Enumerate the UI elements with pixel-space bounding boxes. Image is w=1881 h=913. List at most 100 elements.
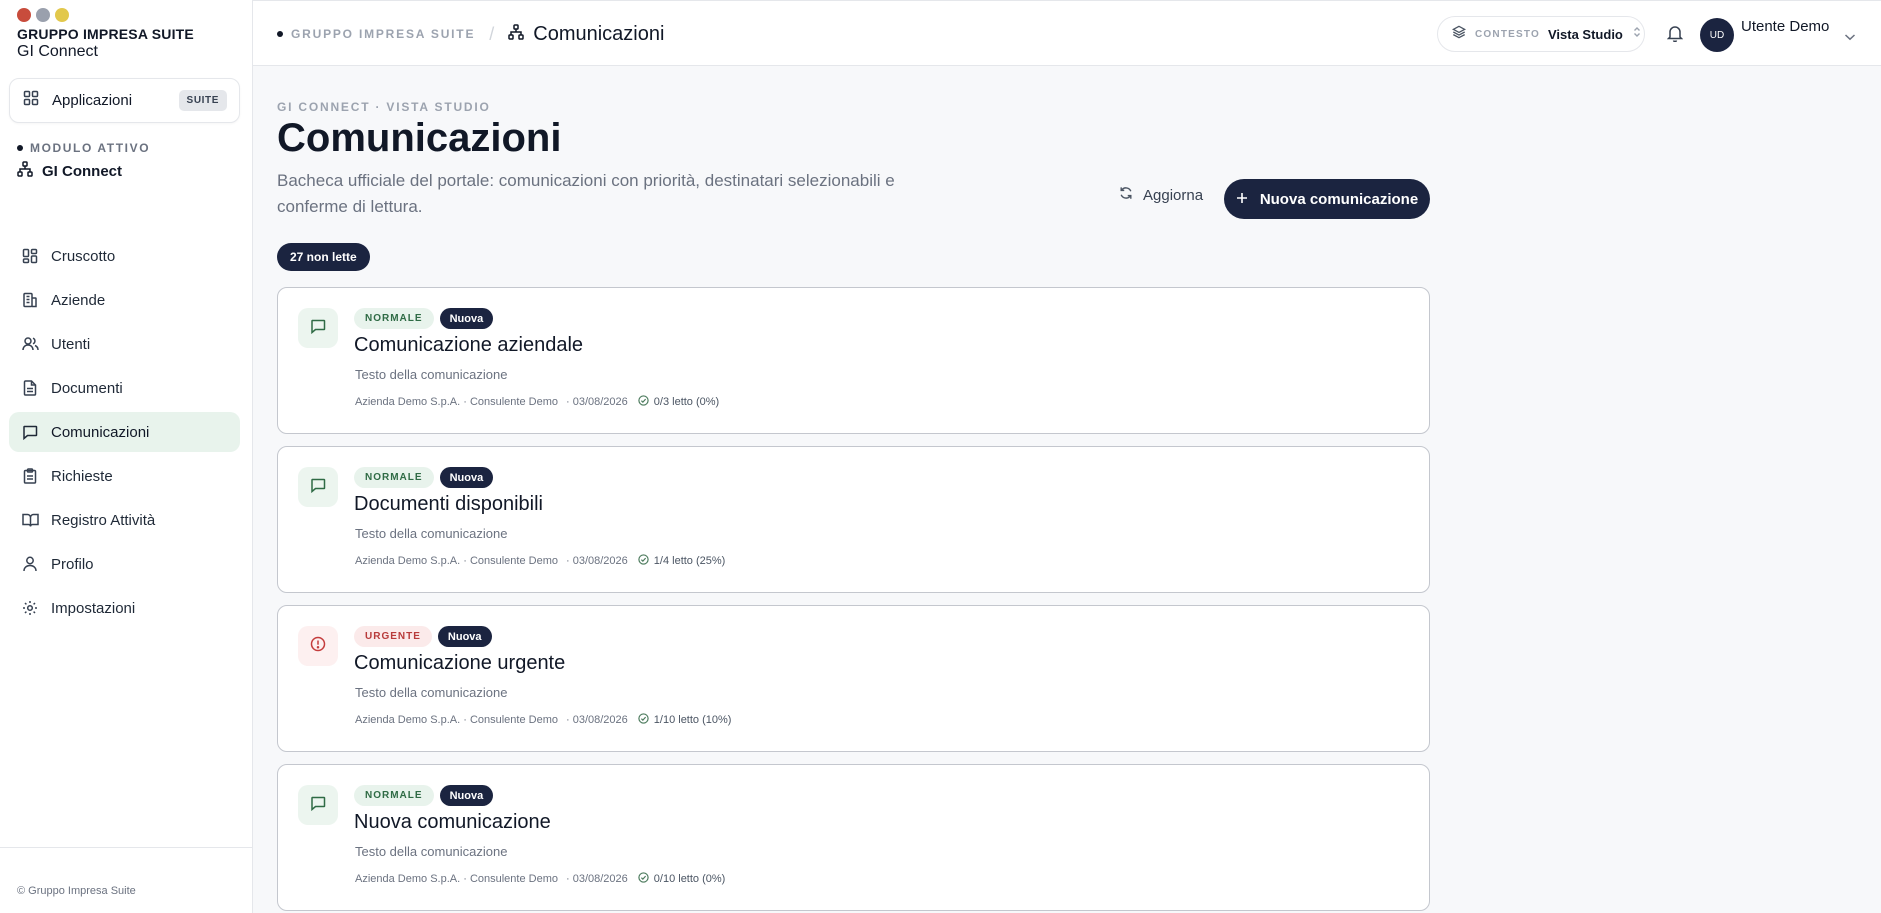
- card-tags: NORMALE Nuova: [354, 785, 494, 806]
- sidebar-item-label: Registro Attività: [51, 511, 156, 529]
- active-module-name: GI Connect: [17, 161, 122, 181]
- priority-badge: URGENTE: [354, 626, 432, 647]
- communication-date: · 03/08/2026: [566, 714, 628, 726]
- new-communication-label: Nuova comunicazione: [1259, 190, 1419, 208]
- dashboard-icon: [21, 247, 39, 265]
- communication-card[interactable]: NORMALE Nuova Comunicazione aziendale Te…: [277, 287, 1430, 434]
- check-circle-icon: [638, 713, 649, 727]
- active-module-label: MODULO ATTIVO: [17, 141, 150, 155]
- maximize-window-button[interactable]: [55, 8, 69, 22]
- communication-date: · 03/08/2026: [566, 873, 628, 885]
- brand-app-name: GI Connect: [17, 43, 98, 60]
- status-badge: Nuova: [439, 308, 494, 329]
- sidebar-item-registro-attivita[interactable]: Registro Attività: [9, 500, 240, 540]
- sidebar-item-label: Aziende: [51, 291, 106, 309]
- clipboard-icon: [21, 467, 39, 485]
- alert-circle-icon: [310, 636, 326, 657]
- communication-card[interactable]: NORMALE Nuova Documenti disponibili Test…: [277, 446, 1430, 593]
- layers-icon: [1451, 25, 1467, 44]
- read-status: 0/3 letto (0%): [638, 395, 719, 409]
- new-communication-button[interactable]: Nuova comunicazione: [1224, 179, 1430, 219]
- user-name[interactable]: Utente Demo: [1741, 18, 1829, 35]
- communication-title[interactable]: Comunicazione aziendale: [354, 334, 583, 357]
- communication-title[interactable]: Nuova comunicazione: [354, 811, 551, 834]
- message-icon: [310, 318, 326, 339]
- document-icon: [21, 379, 39, 397]
- refresh-button[interactable]: Aggiorna: [1119, 180, 1203, 210]
- sidebar-item-label: Impostazioni: [51, 599, 136, 617]
- sidebar-item-label: Cruscotto: [51, 247, 116, 265]
- check-circle-icon: [638, 395, 649, 409]
- read-status: 1/10 letto (10%): [638, 713, 732, 727]
- communication-list: NORMALE Nuova Comunicazione aziendale Te…: [277, 287, 1430, 913]
- sidebar-nav: Cruscotto Aziende Utenti Documenti Comun…: [9, 236, 240, 632]
- sidebar-item-aziende[interactable]: Aziende: [9, 280, 240, 320]
- sidebar-item-impostazioni[interactable]: Impostazioni: [9, 588, 240, 628]
- communication-date: · 03/08/2026: [566, 396, 628, 408]
- message-icon: [21, 423, 39, 441]
- bell-icon[interactable]: [1666, 24, 1684, 47]
- copyright-text: © Gruppo Impresa Suite: [17, 885, 136, 897]
- read-status-text: 0/10 letto (0%): [653, 873, 726, 885]
- chevron-down-icon[interactable]: [1844, 28, 1856, 46]
- communication-author: Azienda Demo S.p.A. · Consulente Demo: [355, 714, 558, 726]
- communication-meta: Azienda Demo S.p.A. · Consulente Demo · …: [355, 554, 725, 568]
- communication-title[interactable]: Comunicazione urgente: [354, 652, 565, 675]
- page-description: Bacheca ufficiale del portale: comunicaz…: [277, 171, 895, 216]
- sidebar-item-profilo[interactable]: Profilo: [9, 544, 240, 584]
- minimize-window-button[interactable]: [36, 8, 50, 22]
- active-module-text: GI Connect: [42, 162, 123, 180]
- check-circle-icon: [638, 554, 649, 568]
- plus-icon: [1236, 191, 1248, 208]
- priority-badge: NORMALE: [354, 785, 434, 806]
- breadcrumb-root[interactable]: GRUPPO IMPRESA SUITE: [291, 27, 475, 41]
- sidebar-item-label: Utenti: [51, 335, 91, 353]
- communication-card[interactable]: URGENTE Nuova Comunicazione urgente Test…: [277, 605, 1430, 752]
- sidebar-item-cruscotto[interactable]: Cruscotto: [9, 236, 240, 276]
- status-badge: Nuova: [439, 467, 494, 488]
- communication-body: Testo della comunicazione: [355, 685, 508, 700]
- applications-label: Applicazioni: [52, 92, 133, 109]
- sidebar-item-utenti[interactable]: Utenti: [9, 324, 240, 364]
- card-tags: URGENTE Nuova: [354, 626, 492, 647]
- network-icon: [508, 23, 525, 46]
- communication-body: Testo della comunicazione: [355, 844, 508, 859]
- communication-card[interactable]: NORMALE Nuova Nuova comunicazione Testo …: [277, 764, 1430, 911]
- refresh-label: Aggiorna: [1143, 186, 1204, 204]
- active-module-caption: MODULO ATTIVO: [30, 141, 151, 155]
- chevron-up-down-icon: [1633, 25, 1641, 43]
- communication-title[interactable]: Documenti disponibili: [354, 493, 543, 516]
- read-status: 0/10 letto (0%): [638, 872, 726, 886]
- communication-date: · 03/08/2026: [566, 555, 628, 567]
- sidebar-item-label: Comunicazioni: [51, 423, 150, 441]
- status-badge: Nuova: [439, 785, 494, 806]
- sidebar-item-richieste[interactable]: Richieste: [9, 456, 240, 496]
- read-status-text: 1/4 letto (25%): [653, 555, 726, 567]
- read-status-text: 1/10 letto (10%): [653, 714, 732, 726]
- building-icon: [21, 291, 39, 309]
- close-window-button[interactable]: [17, 8, 31, 22]
- breadcrumb-current-label: Comunicazioni: [533, 22, 665, 45]
- network-icon: [17, 161, 33, 181]
- sidebar-footer: © Gruppo Impresa Suite: [0, 847, 253, 913]
- priority-badge: NORMALE: [354, 308, 434, 329]
- sidebar-item-label: Richieste: [51, 467, 113, 485]
- avatar[interactable]: UD: [1700, 18, 1734, 52]
- refresh-icon: [1119, 186, 1133, 204]
- page-eyebrow: GI CONNECT · VISTA STUDIO: [277, 100, 491, 114]
- brand-suite-name: GRUPPO IMPRESA SUITE: [17, 26, 194, 42]
- sidebar-item-documenti[interactable]: Documenti: [9, 368, 240, 408]
- context-selector[interactable]: CONTESTO Vista Studio: [1437, 16, 1645, 52]
- sidebar-item-label: Profilo: [51, 555, 94, 573]
- gear-icon: [21, 599, 39, 617]
- communication-author: Azienda Demo S.p.A. · Consulente Demo: [355, 555, 558, 567]
- users-icon: [21, 335, 39, 353]
- bullet-dot: [277, 31, 283, 37]
- sidebar-item-comunicazioni[interactable]: Comunicazioni: [9, 412, 240, 452]
- applications-button[interactable]: Applicazioni SUITE: [9, 78, 240, 123]
- user-icon: [21, 555, 39, 573]
- unread-count-badge[interactable]: 27 non lette: [277, 243, 370, 271]
- breadcrumb-separator: /: [489, 23, 495, 44]
- status-badge: Nuova: [437, 626, 492, 647]
- bullet-dot: [17, 145, 23, 151]
